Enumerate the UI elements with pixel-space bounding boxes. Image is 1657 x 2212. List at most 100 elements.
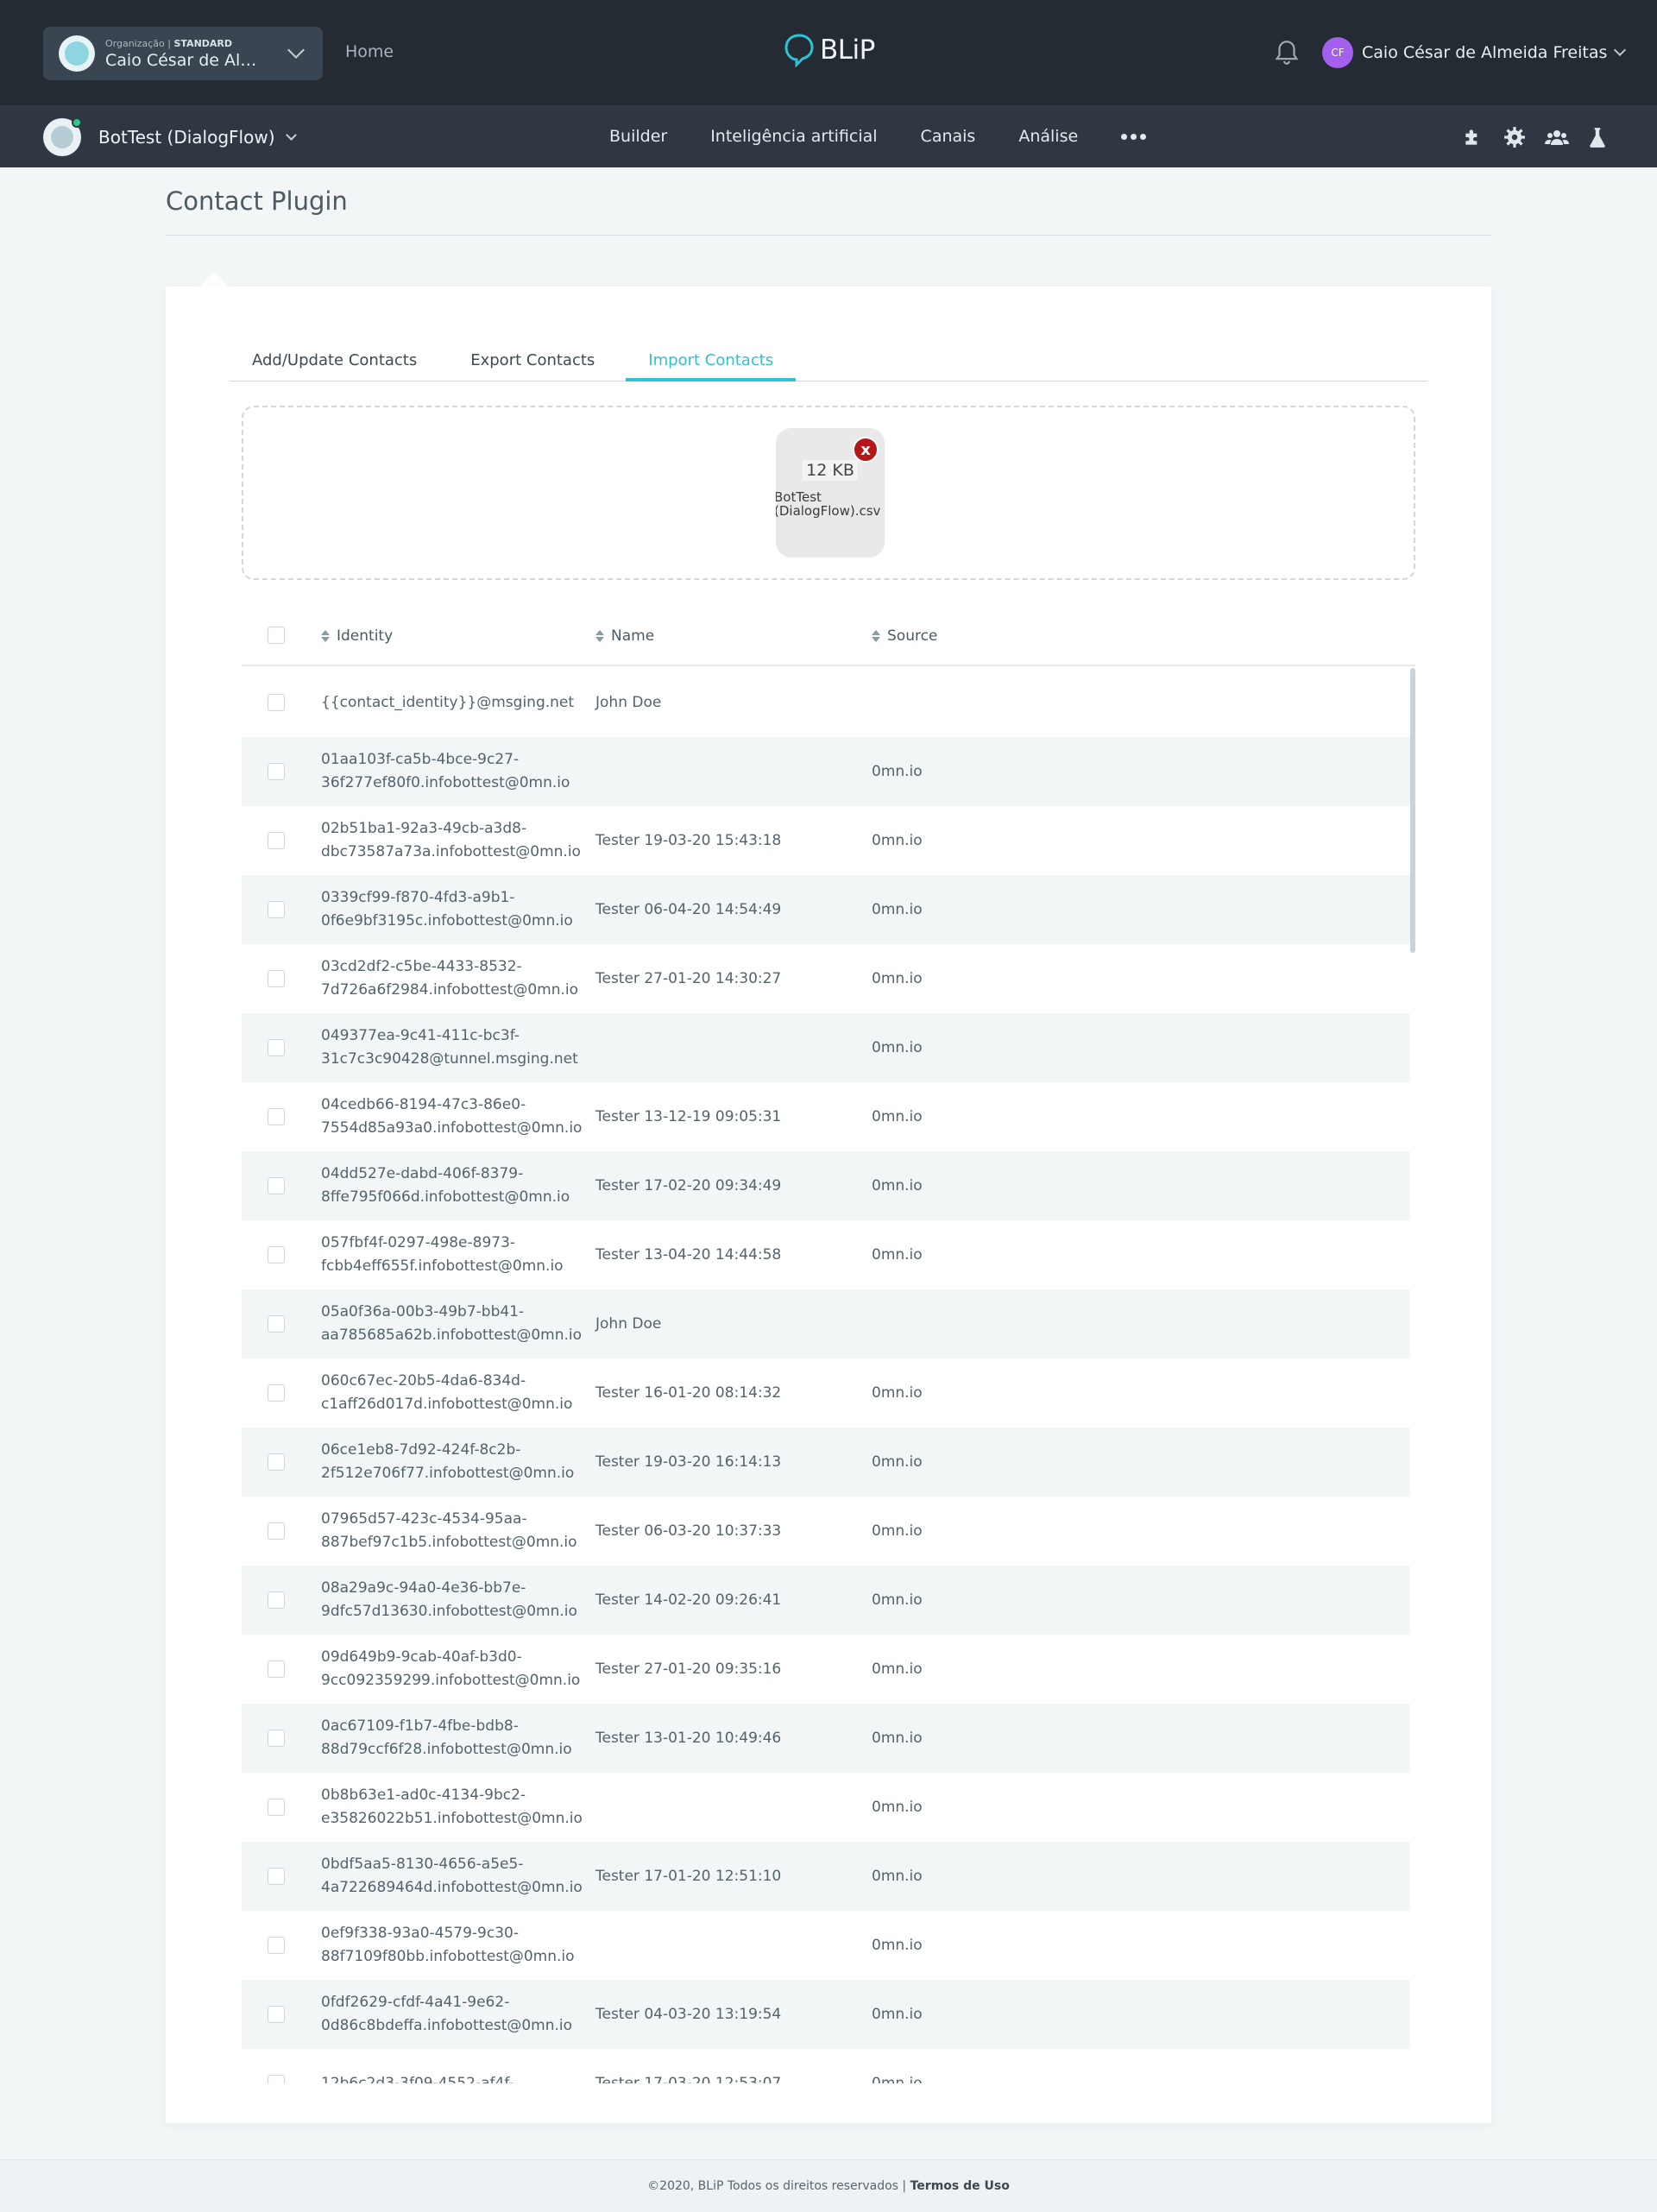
cell-source: 0mn.io — [872, 2005, 923, 2023]
sort-icon — [321, 630, 330, 642]
table-row[interactable]: {{contact_identity}}@msging.net John Doe — [242, 668, 1410, 737]
file-dropzone[interactable]: 12 KB BotTest (DialogFlow).csv x — [242, 406, 1415, 580]
tab-import-contacts[interactable]: Import Contacts — [626, 338, 797, 381]
main-menu: Builder Inteligência artificial Canais A… — [609, 105, 1147, 167]
column-header-name[interactable]: Name — [595, 606, 654, 666]
cell-name — [595, 737, 854, 806]
row-checkbox[interactable] — [268, 1039, 285, 1056]
bot-name: BotTest (DialogFlow) — [98, 127, 275, 148]
table-row[interactable]: 0bdf5aa5-8130-4656-a5e5- 4a722689464d.inf… — [242, 1842, 1410, 1911]
toolbar-icons — [1462, 126, 1607, 152]
row-checkbox[interactable] — [268, 1453, 285, 1471]
row-checkbox[interactable] — [268, 1522, 285, 1540]
organization-selector[interactable]: Organização | STANDARD Caio César de Alm… — [43, 27, 323, 80]
table-row[interactable]: 03cd2df2-c5be-4433-8532- 7d726a6f2984.inf… — [242, 944, 1410, 1013]
bell-icon[interactable] — [1272, 38, 1301, 71]
table-row[interactable]: 09d649b9-9cab-40af-b3d0- 9cc092359299.inf… — [242, 1635, 1410, 1704]
menu-item-ai[interactable]: Inteligência artificial — [710, 127, 877, 146]
row-checkbox[interactable] — [268, 1868, 285, 1885]
table-row[interactable]: 04dd527e-dabd-406f-8379- 8ffe795f066d.inf… — [242, 1151, 1410, 1220]
cell-source: 0mn.io — [872, 1798, 923, 1816]
row-checkbox[interactable] — [268, 1384, 285, 1402]
cell-identity: 04dd527e-dabd-406f-8379- 8ffe795f066d.inf… — [321, 1165, 570, 1206]
row-checkbox[interactable] — [268, 1591, 285, 1609]
table-row[interactable]: 05a0f36a-00b3-49b7-bb41- aa785685a62b.inf… — [242, 1289, 1410, 1358]
cell-identity: 05a0f36a-00b3-49b7-bb41- aa785685a62b.inf… — [321, 1303, 583, 1344]
row-checkbox[interactable] — [268, 2075, 285, 2083]
table-row[interactable]: 06ce1eb8-7d92-424f-8c2b- 2f512e706f77.inf… — [242, 1427, 1410, 1497]
row-checkbox[interactable] — [268, 1108, 285, 1125]
table-body[interactable]: {{contact_identity}}@msging.net John Doe 0… — [242, 668, 1410, 2083]
cell-identity: 01aa103f-ca5b-4bce-9c27- 36f277ef80f0.inf… — [321, 751, 570, 791]
menu-item-channels[interactable]: Canais — [921, 127, 976, 146]
table-row[interactable]: 057fbf4f-0297-498e-8973- fcbb4eff655f.inf… — [242, 1220, 1410, 1289]
row-checkbox[interactable] — [268, 1246, 285, 1264]
table-row[interactable]: 04cedb66-8194-47c3-86e0- 7554d85a93a0.inf… — [242, 1082, 1410, 1151]
cell-name: Tester 13-04-20 14:44:58 — [595, 1245, 782, 1264]
row-checkbox[interactable] — [268, 901, 285, 918]
sort-icon — [872, 630, 880, 642]
table-row[interactable]: 0339cf99-f870-4fd3-a9b1- 0f6e9bf3195c.inf… — [242, 875, 1410, 944]
table-row[interactable]: 07965d57-423c-4534-95aa- 887bef97c1b5.inf… — [242, 1497, 1410, 1566]
row-checkbox[interactable] — [268, 970, 285, 987]
row-checkbox[interactable] — [268, 1315, 285, 1333]
tab-export-contacts[interactable]: Export Contacts — [448, 338, 617, 381]
cell-identity: 0bdf5aa5-8130-4656-a5e5- 4a722689464d.inf… — [321, 1856, 583, 1896]
table-row[interactable]: 0b8b63e1-ad0c-4134-9bc2- e35826022b51.inf… — [242, 1773, 1410, 1842]
cell-source — [872, 668, 1044, 737]
terms-link[interactable]: Termos de Uso — [910, 2179, 1010, 2193]
table-row[interactable]: 049377ea-9c41-411c-bc3f- 31c7c3c90428@tun… — [242, 1013, 1410, 1082]
row-checkbox[interactable] — [268, 1661, 285, 1678]
cell-name: Tester 17-02-20 09:34:49 — [595, 1176, 782, 1194]
cell-identity: 02b51ba1-92a3-49cb-a3d8- dbc73587a73a.inf… — [321, 820, 581, 860]
row-checkbox[interactable] — [268, 1730, 285, 1747]
bot-navigation-bar: BotTest (DialogFlow) Builder Inteligênci… — [0, 105, 1657, 167]
cell-source: 0mn.io — [872, 1591, 923, 1609]
puzzle-icon[interactable] — [1462, 126, 1484, 152]
row-checkbox[interactable] — [268, 1937, 285, 1954]
table-scrollbar[interactable] — [1410, 668, 1415, 953]
flask-icon[interactable] — [1588, 126, 1607, 152]
cell-identity: 0ac67109-f1b7-4fbe-bdb8- 88d79ccf6f28.inf… — [321, 1717, 572, 1758]
cell-identity: 0b8b63e1-ad0c-4134-9bc2- e35826022b51.inf… — [321, 1787, 583, 1827]
row-checkbox[interactable] — [268, 1799, 285, 1816]
cell-identity: 07965d57-423c-4534-95aa- 887bef97c1b5.inf… — [321, 1510, 577, 1551]
column-header-identity[interactable]: Identity — [321, 606, 393, 666]
user-name: Caio César de Almeida Freitas — [1362, 43, 1608, 62]
select-all-checkbox[interactable] — [268, 627, 285, 644]
home-link[interactable]: Home — [345, 42, 394, 61]
more-icon[interactable] — [1121, 133, 1147, 140]
table-row[interactable]: 01aa103f-ca5b-4bce-9c27- 36f277ef80f0.inf… — [242, 737, 1410, 806]
row-checkbox[interactable] — [268, 2006, 285, 2023]
online-status-dot — [72, 117, 82, 128]
table-row[interactable]: 0fdf2629-cfdf-4a41-9e62- 0d86c8bdeffa.inf… — [242, 1980, 1410, 2049]
tab-add-update-contacts[interactable]: Add/Update Contacts — [230, 338, 439, 381]
row-checkbox[interactable] — [268, 694, 285, 711]
team-icon[interactable] — [1545, 126, 1569, 152]
row-checkbox[interactable] — [268, 832, 285, 849]
blip-logo[interactable]: BLiP — [784, 33, 875, 67]
column-header-source[interactable]: Source — [872, 606, 937, 666]
table-row[interactable]: 02b51ba1-92a3-49cb-a3d8- dbc73587a73a.inf… — [242, 806, 1410, 875]
row-checkbox[interactable] — [268, 1177, 285, 1194]
user-menu[interactable]: CF Caio César de Almeida Freitas — [1322, 37, 1627, 68]
menu-item-builder[interactable]: Builder — [609, 127, 667, 146]
cell-name: Tester 19-03-20 16:14:13 — [595, 1453, 782, 1471]
remove-file-button[interactable]: x — [853, 437, 879, 463]
cell-name: John Doe — [595, 1314, 662, 1333]
table-row[interactable]: 0ef9f338-93a0-4579-9c30- 88f7109f80bb.inf… — [242, 1911, 1410, 1980]
bot-selector[interactable]: BotTest (DialogFlow) — [43, 117, 297, 156]
user-avatar: CF — [1322, 37, 1353, 68]
table-row[interactable]: 060c67ec-20b5-4da6-834d-c1aff26d017d.inf… — [242, 1358, 1410, 1427]
table-row[interactable]: 12b6c2d3-3f09-4552-af4f- Tester 17-03-20 … — [242, 2049, 1410, 2083]
cell-name — [595, 1911, 854, 1980]
footer: ©2020, BLiP Todos os direitos reservados… — [0, 2159, 1657, 2212]
gear-icon[interactable] — [1503, 126, 1526, 152]
row-checkbox[interactable] — [268, 763, 285, 780]
table-row[interactable]: 0ac67109-f1b7-4fbe-bdb8- 88d79ccf6f28.inf… — [242, 1704, 1410, 1773]
menu-item-analysis[interactable]: Análise — [1018, 127, 1078, 146]
table-row[interactable]: 08a29a9c-94a0-4e36-bb7e- 9dfc57d13630.inf… — [242, 1566, 1410, 1635]
organization-plan-label: Organização | STANDARD — [105, 37, 233, 49]
cell-source: 0mn.io — [872, 1522, 923, 1540]
cell-identity: 04cedb66-8194-47c3-86e0- 7554d85a93a0.inf… — [321, 1096, 583, 1137]
